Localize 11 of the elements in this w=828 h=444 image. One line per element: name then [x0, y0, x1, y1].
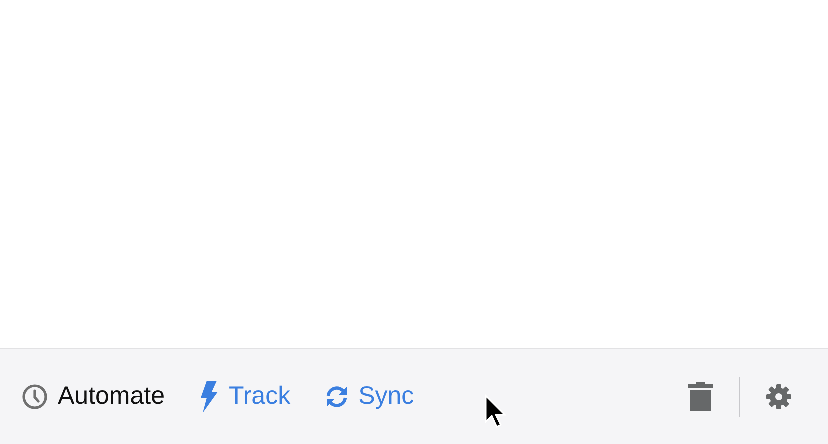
delete-button[interactable]	[688, 382, 713, 411]
clock-icon	[22, 384, 48, 410]
toolbar-action[interactable]: Track	[199, 380, 291, 412]
sync-icon	[324, 384, 349, 408]
settings-icon	[766, 384, 792, 410]
settings-button[interactable]	[766, 384, 792, 410]
toolbar-action[interactable]: Sync	[324, 382, 414, 411]
trash-icon	[688, 382, 713, 411]
toolbar-action[interactable]: Automate	[22, 382, 166, 411]
lightning-icon	[199, 380, 220, 412]
cursor-icon	[484, 394, 508, 430]
